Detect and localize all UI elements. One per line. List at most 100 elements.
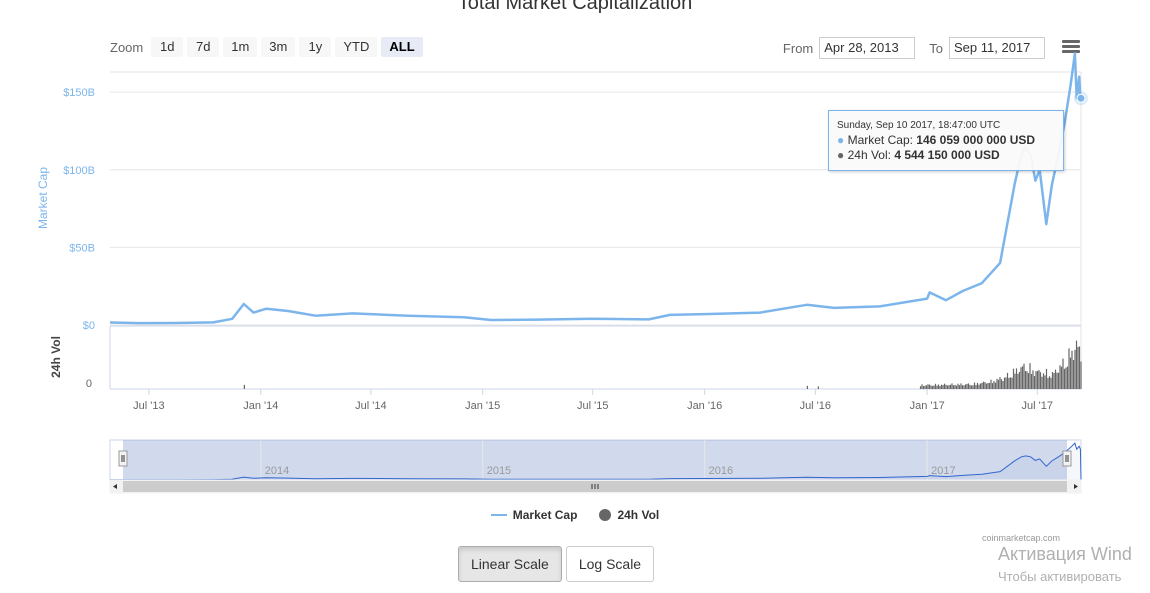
volume-tick-label: 0 [86, 378, 92, 390]
legend-item-24h-vol[interactable]: 24h Vol [599, 508, 659, 522]
line-symbol-icon [490, 514, 507, 516]
navigator-left-handle[interactable] [118, 450, 128, 467]
log-scale-button[interactable]: Log Scale [565, 546, 655, 582]
volume-bar [930, 385, 932, 389]
volume-bar [975, 385, 977, 389]
volume-bar [960, 383, 962, 389]
volume-bar [1078, 346, 1081, 389]
volume-bar [1041, 376, 1043, 389]
vol-dot-icon: ● [837, 148, 845, 162]
volume-bar [949, 384, 952, 389]
volume-bar [1033, 376, 1036, 389]
navigator-year-label: 2015 [487, 465, 511, 477]
volume-bar [982, 381, 985, 389]
volume-bar [973, 382, 976, 389]
credit-link[interactable]: coinmarketcap.com [982, 533, 1060, 543]
volume-bar [970, 385, 973, 389]
volume-bar [954, 384, 956, 389]
volume-bar [997, 379, 1000, 389]
volume-bar [1015, 368, 1018, 389]
volume-bar [939, 386, 941, 389]
volume-bar [1047, 378, 1049, 389]
volume-bar [1029, 363, 1031, 389]
volume-bar [957, 383, 959, 389]
volume-bar [1024, 371, 1027, 389]
volume-bar [1042, 373, 1045, 389]
volume-bar [1069, 357, 1072, 389]
volume-bar [1014, 373, 1016, 389]
navigator-year-label: 2017 [931, 465, 955, 477]
volume-bar [1054, 369, 1057, 389]
volume-bar [1021, 366, 1024, 389]
volume-bar [991, 383, 994, 389]
volume-bar [1006, 372, 1009, 389]
volume-bar [1008, 377, 1010, 389]
volume-bar [921, 384, 923, 389]
volume-bar [1051, 372, 1054, 389]
activation-watermark-subtitle: Чтобы активировать [998, 569, 1122, 584]
volume-bar [1077, 346, 1079, 389]
y-tick-label: $100B [63, 165, 95, 177]
volume-bar [1009, 377, 1012, 389]
volume-bar [927, 384, 929, 389]
volume-bar [1012, 368, 1015, 389]
market-cap-chart: $0 $50B $100B $150B Market Cap 24h Vol 0 Jul … [36, 52, 1088, 494]
volume-bar [1039, 372, 1042, 389]
tooltip-series-value: 4 544 150 000 USD [894, 148, 1000, 162]
volume-axis-title: 24h Vol [49, 336, 63, 378]
volume-bar [1075, 340, 1078, 389]
volume-bar [966, 383, 968, 389]
volume-bar [1071, 350, 1073, 389]
volume-bar [1018, 371, 1021, 389]
volume-bar [999, 377, 1001, 389]
volume-bar [924, 385, 926, 389]
market-cap-dot-icon: ● [837, 133, 845, 147]
volume-bar [958, 385, 961, 389]
volume-bar [928, 384, 931, 389]
volume-bar [1045, 368, 1048, 389]
volume-bar [1032, 370, 1034, 389]
volume-bar [955, 385, 958, 389]
volume-bar [963, 385, 965, 389]
volume-bar [1056, 372, 1058, 389]
volume-bar [243, 384, 245, 389]
volume-bar [817, 386, 819, 389]
volume-bar [1017, 373, 1019, 389]
tooltip-row-market-cap: ● Market Cap: 146 059 000 000 USD [837, 133, 1036, 147]
volume-bar [940, 384, 943, 389]
volume-bar [1065, 367, 1067, 389]
volume-bar [976, 382, 979, 389]
volume-bar [919, 386, 922, 389]
activation-watermark-title: Активация Wind [998, 544, 1132, 564]
navigator-right-handle[interactable] [1062, 450, 1072, 467]
legend-item-market-cap[interactable]: Market Cap [490, 508, 577, 522]
volume-bar [985, 383, 988, 389]
linear-scale-button[interactable]: Linear Scale [458, 546, 562, 582]
tooltip-row-24h-vol: ● 24h Vol: 4 544 150 000 USD [837, 148, 1000, 162]
scale-toggle: Linear Scale Log Scale [458, 546, 655, 582]
x-tick-label: Jul '16 [800, 400, 831, 412]
volume-bar [1063, 368, 1066, 389]
volume-bar [1002, 381, 1004, 389]
y-axis-title: Market Cap [36, 167, 50, 229]
navigator-year-label: 2016 [709, 465, 733, 477]
volume-bar [984, 382, 986, 389]
volume-bar [951, 383, 953, 389]
volume-bar [979, 383, 982, 389]
volume-bar [988, 382, 991, 389]
volume-bar [987, 383, 989, 389]
volume-bar [1080, 361, 1082, 389]
volume-bar [952, 385, 955, 389]
y-tick-label: $150B [63, 87, 95, 99]
navigator-year-label: 2014 [265, 465, 289, 477]
volume-bar [1023, 363, 1025, 389]
y-tick-label: $0 [83, 320, 95, 332]
volume-bar [1072, 360, 1075, 389]
volume-bar [1053, 373, 1055, 389]
y-tick-label: $50B [69, 242, 95, 254]
x-tick-label: Jul '17 [1021, 400, 1052, 412]
volume-bar [993, 381, 995, 389]
volume-bar [996, 378, 998, 389]
volume-bar [1066, 366, 1069, 389]
volume-bar [964, 384, 967, 389]
